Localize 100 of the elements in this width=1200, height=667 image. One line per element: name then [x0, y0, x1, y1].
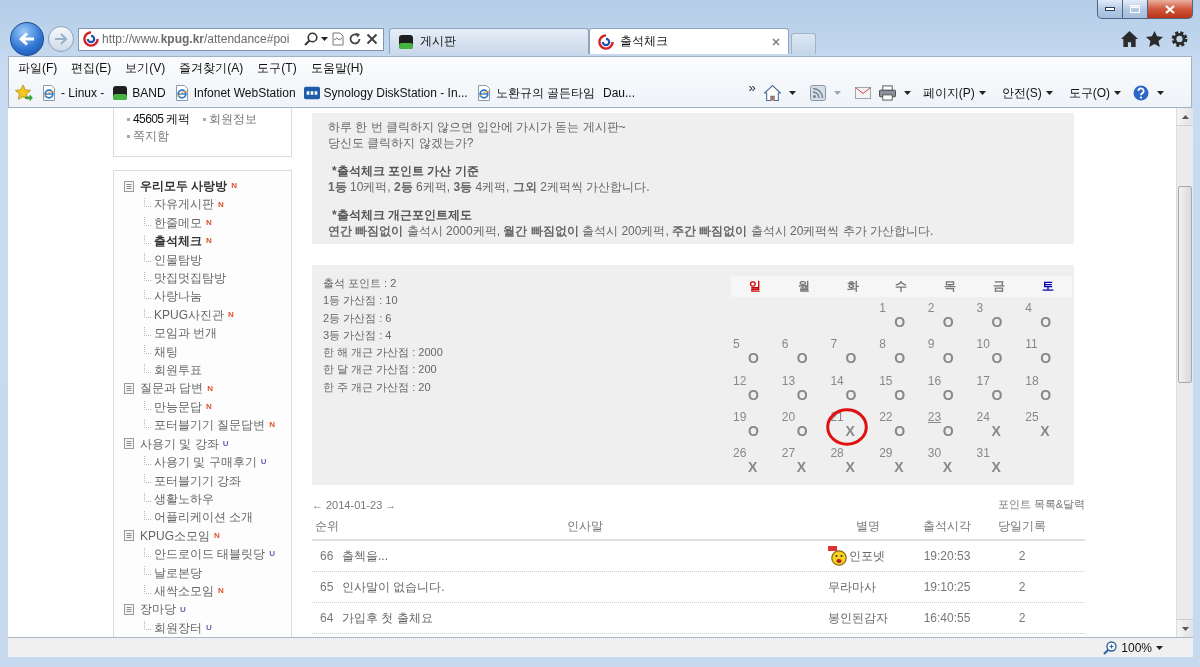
day-number[interactable]: 14	[828, 373, 844, 388]
sidebar-item[interactable]: 인물탐방	[154, 250, 202, 270]
sidebar-item[interactable]: 모임과 번개	[154, 324, 218, 343]
sidebar-item[interactable]: KPUG사진관	[154, 305, 224, 325]
points-list-link[interactable]: 포인트 목록&달력	[997, 497, 1085, 512]
menu-item[interactable]: 도구(T)	[250, 58, 304, 78]
day-number[interactable]: 27	[779, 446, 796, 461]
scroll-up-button[interactable]	[1177, 108, 1193, 126]
day-number[interactable]: 12	[731, 373, 747, 388]
day-number[interactable]: 9	[925, 337, 935, 352]
scroll-down-button[interactable]	[1177, 619, 1193, 637]
menu-item[interactable]: 파일(F)	[11, 58, 65, 78]
sidebar-item[interactable]: 사랑나눔	[154, 287, 202, 306]
sidebar-item[interactable]: 어플리케이션 소개	[154, 508, 254, 527]
day-number[interactable]: 25	[1023, 409, 1039, 424]
day-number[interactable]: 22	[877, 409, 893, 424]
day-number[interactable]: 29	[877, 446, 893, 461]
day-number[interactable]: 3	[974, 301, 984, 315]
nickname[interactable]: 인포넷	[849, 547, 885, 565]
sidebar-item[interactable]: 출석체크	[154, 232, 202, 251]
day-number[interactable]: 1	[877, 301, 886, 315]
day-number[interactable]: 11	[1023, 337, 1038, 352]
scrollbar-thumb[interactable]	[1178, 186, 1192, 383]
sidebar-item[interactable]: 포터블기기 질문답변	[154, 416, 266, 435]
sidebar-item[interactable]: 포터블기기 강좌	[154, 471, 242, 490]
day-number[interactable]: 6	[779, 337, 789, 352]
day-number[interactable]: 19	[731, 409, 747, 424]
favorite-link[interactable]: - Linux -	[37, 82, 109, 104]
sidebar-item[interactable]: 맛집멋집탐방	[154, 269, 226, 288]
sidebar-item[interactable]: 사용기 및 구매후기	[154, 453, 257, 472]
day-number[interactable]: 24	[974, 409, 990, 424]
command-menu-button[interactable]: 안전(S)	[997, 84, 1057, 102]
sidebar-item[interactable]: 회원장터	[154, 618, 202, 637]
sidebar-item[interactable]: 한줄메모	[154, 213, 202, 233]
user-link[interactable]: 45605 케퍽	[133, 111, 189, 128]
command-menu-button[interactable]: 도구(O)	[1064, 84, 1125, 102]
day-number[interactable]: 7	[828, 337, 838, 352]
menu-item[interactable]: 즐겨찾기(A)	[172, 58, 251, 78]
command-menu-button[interactable]: 페이지(P)	[918, 84, 990, 102]
user-link[interactable]: 회원정보	[209, 111, 257, 128]
sidebar-group[interactable]: 질문과 답변	[140, 379, 204, 398]
day-number[interactable]: 28	[828, 446, 844, 461]
scrollbar-track[interactable]	[1176, 108, 1193, 637]
sidebar-item[interactable]: 생활노하우	[154, 489, 214, 509]
zoom-button[interactable]: 100%	[1101, 640, 1165, 655]
sidebar-item[interactable]: 자유게시판	[154, 195, 214, 214]
menu-item[interactable]: 도움말(H)	[303, 58, 371, 78]
day-number[interactable]: 4	[1023, 301, 1032, 315]
help-icon[interactable]	[1133, 85, 1149, 101]
mail-icon[interactable]	[854, 85, 871, 101]
browser-tab[interactable]: 게시판	[389, 28, 589, 54]
more-chevron[interactable]: »	[748, 80, 756, 95]
close-button[interactable]	[1148, 0, 1193, 19]
day-number[interactable]: 10	[974, 337, 990, 352]
day-number[interactable]: 17	[974, 373, 990, 388]
favorite-link[interactable]: Dau...	[599, 82, 639, 104]
sidebar-group[interactable]: 사용기 및 강좌	[140, 434, 219, 454]
next-day-link[interactable]: →	[385, 498, 397, 511]
nickname[interactable]: 무라마사	[828, 578, 876, 596]
day-number[interactable]: 30	[925, 446, 942, 461]
broken-page-icon[interactable]	[331, 32, 345, 46]
day-number[interactable]: 8	[877, 337, 886, 352]
day-number[interactable]: 20	[779, 409, 796, 424]
star-icon[interactable]	[1146, 31, 1163, 47]
search-icon[interactable]	[304, 32, 318, 46]
day-number[interactable]: 26	[731, 446, 747, 461]
refresh-icon[interactable]	[348, 32, 362, 46]
minimize-button[interactable]	[1097, 0, 1123, 19]
settings-icon[interactable]	[1171, 31, 1188, 47]
sidebar-item[interactable]: 만능문답	[154, 397, 202, 417]
close-icon[interactable]	[772, 37, 780, 46]
sidebar-group[interactable]: KPUG소모임	[140, 526, 210, 546]
print-icon[interactable]	[878, 85, 896, 101]
favorite-link[interactable]: Infonet WebStation	[169, 82, 300, 104]
favorite-link[interactable]: Synology DiskStation - In...	[299, 82, 472, 104]
maximize-button[interactable]	[1123, 0, 1148, 19]
favorite-link[interactable]: BAND	[108, 82, 170, 104]
home-icon[interactable]	[763, 85, 781, 101]
day-number[interactable]: 5	[731, 337, 740, 352]
back-button[interactable]	[10, 22, 44, 56]
day-number[interactable]: 13	[779, 373, 796, 388]
user-link[interactable]: 쪽지함	[133, 128, 169, 145]
sidebar-item[interactable]: 안드로이드 태블릿당	[154, 545, 266, 564]
sidebar-item[interactable]: 채팅	[154, 342, 178, 362]
sidebar-group[interactable]: 우리모두 사랑방	[140, 177, 228, 196]
address-field[interactable]: http://www.kpug.kr/attendance#poi	[102, 31, 301, 47]
previous-day-link[interactable]: ←	[312, 498, 323, 511]
add-favorite-icon[interactable]	[15, 84, 33, 102]
sidebar-group[interactable]: 장마당	[140, 600, 176, 619]
sidebar-item[interactable]: 날로본당	[154, 563, 202, 582]
day-number[interactable]: 16	[925, 373, 942, 388]
menu-item[interactable]: 편집(E)	[64, 58, 119, 78]
day-number[interactable]: 18	[1023, 373, 1039, 388]
day-number[interactable]: 2	[925, 301, 935, 315]
day-number[interactable]: 15	[877, 373, 893, 388]
sidebar-item[interactable]: 회원투표	[154, 361, 202, 380]
day-number[interactable]: 23	[925, 409, 942, 424]
feed-icon[interactable]	[809, 85, 826, 101]
stop-icon[interactable]	[365, 32, 379, 46]
home-icon[interactable]	[1121, 31, 1138, 47]
